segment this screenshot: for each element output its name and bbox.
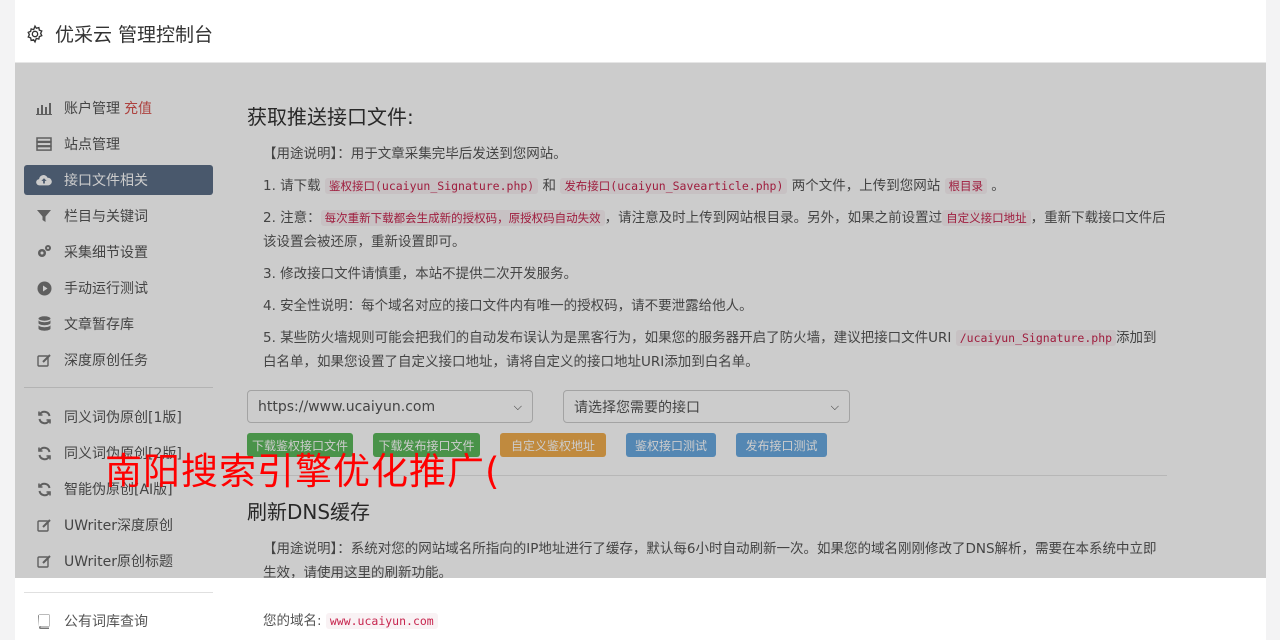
sidebar-item-collection-settings[interactable]: 采集细节设置 (24, 237, 213, 267)
app-title-text: 优采云 管理控制台 (55, 24, 214, 46)
selector-row: https://www.ucaiyun.com ⌵ 请选择您需要的接口 ⌵ (247, 390, 1167, 423)
sidebar-item-deep-original[interactable]: 深度原创任务 (24, 345, 213, 375)
interface-select[interactable]: 请选择您需要的接口 ⌵ (563, 390, 850, 423)
book-icon (36, 613, 52, 629)
refresh-icon (36, 481, 52, 497)
play-circle-icon (36, 280, 52, 296)
sidebar-item-columns-keywords[interactable]: 栏目与关键词 (24, 201, 213, 231)
sidebar-item-label: 文章暂存库 (64, 317, 134, 333)
step-5: 5. 某些防火墙规则可能会把我们的自动发布误认为是黑客行为，如果您的服务器开启了… (247, 326, 1167, 374)
step-5-text: 5. 某些防火墙规则可能会把我们的自动发布误认为是黑客行为，如果您的服务器开启了… (263, 330, 956, 346)
chevron-down-icon: ⌵ (513, 399, 522, 413)
domain-label: 您的域名: (263, 613, 322, 629)
custom-auth-address-button[interactable]: 自定义鉴权地址 (500, 433, 606, 457)
code-warning: 每次重新下载都会生成新的授权码，原授权码自动失效 (320, 210, 605, 226)
section-title-dns: 刷新DNS缓存 (247, 500, 371, 524)
domain-value: www.ucaiyun.com (325, 613, 438, 629)
sidebar-item-label: 接口文件相关 (64, 173, 148, 189)
sidebar-item-account[interactable]: 账户管理 充值 (24, 93, 213, 123)
sidebar-item-label: 栏目与关键词 (64, 209, 148, 225)
usage-note: 【用途说明】：用于文章采集完毕后发送到您网站。 (263, 146, 567, 162)
watermark-text: 南阳搜索引擎优化推广( (105, 450, 501, 493)
step-1-text: 和 (538, 178, 561, 194)
sidebar-item-label: 深度原创任务 (64, 353, 148, 369)
edit-icon (36, 553, 52, 569)
edit-icon (36, 352, 52, 368)
edit-icon (36, 517, 52, 533)
dns-usage-note: 【用途说明】：系统对您的网站域名所指向的IP地址进行了缓存，默认每6小时自动刷新… (263, 541, 1157, 578)
site-select-value: https://www.ucaiyun.com (258, 398, 436, 415)
sidebar-divider (24, 387, 213, 388)
step-2-text: ，请注意及时上传到网站根目录。另外，如果之前设置过 (604, 210, 943, 226)
gear-icon (27, 24, 43, 43)
sidebar-item-label: 手动运行测试 (64, 281, 148, 297)
section-title-interface: 获取推送接口文件: (247, 105, 414, 129)
step-4: 4. 安全性说明：每个域名对应的接口文件内有唯一的授权码，请不要泄露给他人。 (263, 298, 753, 314)
sidebar-item-label: 采集细节设置 (64, 245, 148, 261)
test-signature-button[interactable]: 鉴权接口测试 (626, 433, 716, 457)
test-publish-button[interactable]: 发布接口测试 (736, 433, 827, 457)
code-root-dir: 根目录 (944, 178, 987, 194)
code-uri: /ucaiyun_Signature.php (955, 330, 1117, 346)
code-custom-address: 自定义接口地址 (942, 210, 1031, 226)
code-signature-file: 鉴权接口(ucaiyun_Signature.php) (324, 178, 539, 194)
refresh-icon (36, 445, 52, 461)
top-bar: 优采云 管理控制台 (15, 0, 1266, 63)
sidebar-item-label: 站点管理 (64, 137, 120, 153)
sidebar-item-uwriter-deep[interactable]: UWriter深度原创 (24, 510, 213, 540)
refresh-icon (36, 409, 52, 425)
bottom-strip: 公有词库查询 您的域名: www.ucaiyun.com (15, 578, 1266, 640)
step-2-text: 2. 注意： (263, 210, 321, 226)
code-savearticle-file: 发布接口(ucaiyun_Savearticle.php) (560, 178, 788, 194)
step-1: 1. 请下载 鉴权接口(ucaiyun_Signature.php) 和 发布接… (247, 174, 1167, 198)
database-icon (36, 316, 52, 332)
app-title: 优采云 管理控制台 (25, 20, 213, 47)
site-select[interactable]: https://www.ucaiyun.com ⌵ (247, 390, 533, 423)
chevron-down-icon: ⌵ (830, 399, 839, 413)
sidebar-item-sites[interactable]: 站点管理 (24, 129, 213, 159)
sidebar-item-label: 公有词库查询 (64, 614, 148, 630)
sidebar-item-label: UWriter深度原创 (64, 518, 173, 534)
filter-icon (36, 208, 52, 224)
sidebar-item-public-lexicon[interactable]: 公有词库查询 (24, 606, 213, 636)
cloud-upload-icon (36, 172, 52, 188)
recharge-link[interactable]: 充值 (124, 98, 152, 118)
gears-icon (36, 244, 52, 260)
sidebar-item-manual-run[interactable]: 手动运行测试 (24, 273, 213, 303)
content-frame: 账户管理 充值 站点管理 接口文件相关 栏目与关键词 采集细节设置 手动运行测试… (15, 63, 1266, 578)
sidebar-item-label: 同义词伪原创[1版] (64, 410, 182, 426)
sidebar-item-interface-files[interactable]: 接口文件相关 (24, 165, 213, 195)
step-2: 2. 注意： 每次重新下载都会生成新的授权码，原授权码自动失效 ，请注意及时上传到网… (247, 206, 1167, 254)
main-content: 获取推送接口文件: 【用途说明】：用于文章采集完毕后发送到您网站。 1. 请下载… (247, 101, 1167, 578)
step-1-text: 1. 请下载 (263, 178, 325, 194)
domain-row: 您的域名: www.ucaiyun.com (263, 606, 438, 636)
bar-chart-icon (36, 100, 52, 116)
sidebar-item-synonym-v1[interactable]: 同义词伪原创[1版] (24, 402, 213, 432)
server-icon (36, 136, 52, 152)
sidebar-item-uwriter-title[interactable]: UWriter原创标题 (24, 546, 213, 576)
sidebar: 账户管理 充值 站点管理 接口文件相关 栏目与关键词 采集细节设置 手动运行测试… (24, 93, 213, 578)
step-1-text: 。 (987, 178, 1005, 194)
step-3: 3. 修改接口文件请慎重，本站不提供二次开发服务。 (263, 266, 578, 282)
sidebar-item-article-storage[interactable]: 文章暂存库 (24, 309, 213, 339)
interface-select-value: 请选择您需要的接口 (574, 399, 700, 416)
step-1-text: 两个文件，上传到您网站 (787, 178, 945, 194)
sidebar-divider (24, 592, 213, 593)
sidebar-item-label: 账户管理 (64, 101, 120, 117)
sidebar-item-label: UWriter原创标题 (64, 554, 173, 570)
